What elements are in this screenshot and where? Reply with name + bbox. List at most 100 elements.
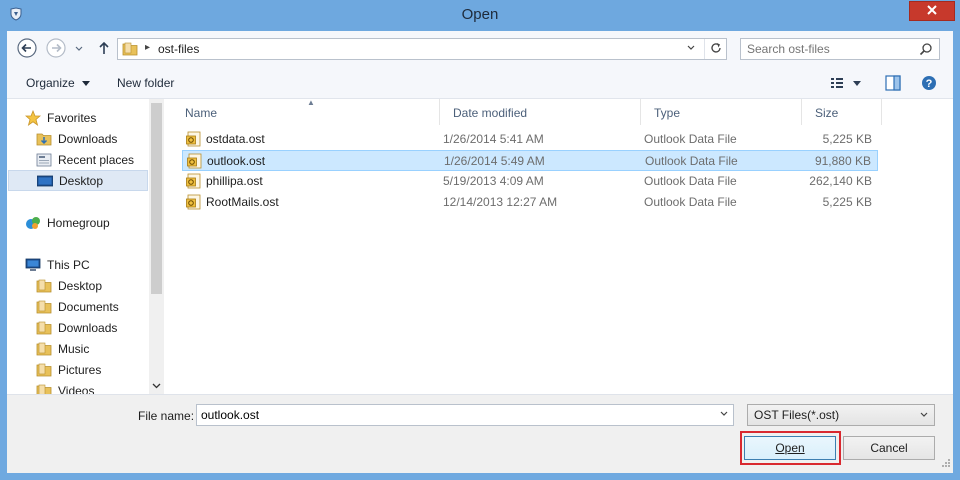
cancel-button[interactable]: Cancel bbox=[843, 436, 935, 460]
file-name: outlook.ost bbox=[207, 154, 266, 168]
file-row[interactable]: phillipa.ost 5/19/2013 4:09 AM Outlook D… bbox=[182, 171, 878, 192]
nav-item-pictures[interactable]: Pictures bbox=[36, 359, 164, 380]
desktop-icon bbox=[37, 173, 53, 189]
folder-icon bbox=[36, 383, 52, 394]
refresh-button[interactable] bbox=[704, 39, 726, 59]
dialog-client: ▸ ost-files Organiz bbox=[7, 31, 953, 473]
file-size: 5,225 KB bbox=[822, 132, 872, 146]
recent-locations-dropdown[interactable] bbox=[73, 38, 85, 60]
column-header-name[interactable]: ▲ Name bbox=[172, 98, 440, 125]
folder-icon bbox=[36, 341, 52, 357]
address-bar[interactable]: ▸ ost-files bbox=[117, 38, 727, 60]
nav-item-label: Recent places bbox=[58, 152, 135, 167]
nav-item-music[interactable]: Music bbox=[36, 338, 164, 359]
address-dropdown-icon[interactable] bbox=[686, 41, 696, 58]
file-name-label: File name: bbox=[138, 409, 195, 423]
file-type-value: OST Files(*.ost) bbox=[754, 408, 840, 422]
help-icon: ? bbox=[922, 76, 936, 90]
nav-item-homegroup[interactable]: Homegroup bbox=[25, 212, 164, 233]
new-folder-button[interactable]: New folder bbox=[117, 76, 174, 90]
nav-item-label: Desktop bbox=[58, 278, 103, 293]
folder-icon bbox=[122, 42, 138, 59]
title-bar: Open bbox=[0, 0, 960, 31]
folder-icon bbox=[36, 320, 52, 336]
nav-item-favorites[interactable]: Favorites bbox=[25, 107, 164, 128]
column-header-date-modified[interactable]: Date modified bbox=[440, 99, 641, 125]
file-size: 91,880 KB bbox=[814, 154, 871, 168]
nav-item-label: Desktop bbox=[59, 173, 104, 188]
file-date-modified: 5/19/2013 4:09 AM bbox=[443, 174, 544, 188]
file-selection-panel: File name: OST Files(*.ost) Open Cancel bbox=[7, 394, 953, 473]
file-name: phillipa.ost bbox=[206, 174, 263, 188]
nav-item-desktop[interactable]: Desktop bbox=[8, 170, 148, 191]
nav-item-documents[interactable]: Documents bbox=[36, 296, 164, 317]
nav-item-downloads[interactable]: Downloads bbox=[36, 128, 164, 149]
resize-grip-icon[interactable] bbox=[941, 457, 951, 471]
file-row-selected[interactable]: outlook.ost 1/26/2014 5:49 AM Outlook Da… bbox=[182, 150, 878, 171]
file-row[interactable]: RootMails.ost 12/14/2013 12:27 AM Outloo… bbox=[182, 192, 878, 213]
search-input[interactable] bbox=[741, 39, 917, 59]
sort-ascending-icon: ▲ bbox=[307, 98, 315, 107]
star-icon bbox=[25, 109, 41, 126]
file-name-combobox[interactable] bbox=[196, 404, 734, 426]
nav-item-label: Downloads bbox=[58, 320, 118, 335]
computer-icon bbox=[25, 257, 41, 273]
search-box[interactable] bbox=[740, 38, 940, 60]
refresh-icon bbox=[710, 42, 722, 57]
organize-label: Organize bbox=[26, 76, 75, 90]
file-type: Outlook Data File bbox=[644, 132, 737, 146]
nav-pane-scrollbar[interactable] bbox=[149, 99, 164, 394]
file-type: Outlook Data File bbox=[644, 174, 737, 188]
recent-places-icon bbox=[36, 152, 52, 168]
open-button-label: Open bbox=[775, 441, 805, 455]
nav-item-label: Documents bbox=[58, 299, 119, 314]
chevron-down-icon bbox=[82, 81, 91, 86]
view-options-button[interactable] bbox=[829, 75, 865, 94]
file-date-modified: 12/14/2013 12:27 AM bbox=[443, 195, 558, 209]
nav-item-videos[interactable]: Videos bbox=[36, 380, 164, 394]
nav-item-pc-desktop[interactable]: Desktop bbox=[36, 275, 164, 296]
column-label: Name bbox=[185, 106, 218, 120]
file-size: 262,140 KB bbox=[809, 174, 872, 188]
scrollbar-thumb[interactable] bbox=[151, 103, 162, 294]
file-name-input[interactable] bbox=[197, 405, 713, 425]
breadcrumb-ost-files[interactable]: ost-files bbox=[158, 42, 199, 56]
chevron-down-icon[interactable] bbox=[719, 407, 729, 424]
file-type-select[interactable]: OST Files(*.ost) bbox=[747, 404, 935, 426]
svg-text:?: ? bbox=[926, 78, 933, 90]
homegroup-icon bbox=[25, 215, 41, 231]
open-button[interactable]: Open bbox=[744, 436, 836, 460]
file-name: ostdata.ost bbox=[206, 132, 265, 146]
preview-pane-button[interactable] bbox=[885, 75, 901, 94]
nav-item-pc-downloads[interactable]: Downloads bbox=[36, 317, 164, 338]
folder-icon bbox=[36, 278, 52, 294]
preview-pane-icon bbox=[885, 75, 901, 91]
outlook-data-file-icon bbox=[186, 173, 202, 192]
up-button[interactable] bbox=[93, 38, 115, 60]
forward-button[interactable] bbox=[45, 37, 67, 60]
close-button[interactable] bbox=[909, 1, 955, 21]
file-list: ▲ Name Date modified Type Size ostdata.o… bbox=[172, 98, 953, 394]
nav-item-recent-places[interactable]: Recent places bbox=[36, 149, 164, 170]
scroll-down-icon[interactable] bbox=[152, 378, 161, 392]
up-arrow-icon bbox=[98, 41, 110, 58]
navigation-pane: Favorites Downloads Recent places Deskto… bbox=[7, 99, 164, 394]
window-title: Open bbox=[461, 6, 499, 23]
back-button[interactable] bbox=[16, 37, 38, 60]
column-header-type[interactable]: Type bbox=[641, 99, 802, 125]
breadcrumb-separator-icon: ▸ bbox=[145, 42, 151, 53]
organize-button[interactable]: Organize bbox=[26, 76, 91, 90]
nav-item-label: Videos bbox=[58, 383, 95, 395]
outlook-data-file-icon bbox=[187, 153, 203, 172]
nav-item-label: This PC bbox=[47, 257, 90, 272]
search-icon[interactable] bbox=[919, 42, 933, 59]
help-button[interactable]: ? bbox=[921, 75, 937, 94]
nav-item-this-pc[interactable]: This PC bbox=[25, 254, 164, 275]
file-row[interactable]: ostdata.ost 1/26/2014 5:41 AM Outlook Da… bbox=[182, 129, 878, 150]
file-date-modified: 1/26/2014 5:41 AM bbox=[443, 132, 544, 146]
command-toolbar: Organize New folder ? bbox=[7, 67, 953, 99]
nav-item-label: Downloads bbox=[58, 131, 118, 146]
column-header-size[interactable]: Size bbox=[802, 99, 882, 125]
open-dialog: Open ▸ ost-files Search ost-files Organi… bbox=[0, 0, 960, 480]
outlook-data-file-icon bbox=[186, 131, 202, 150]
